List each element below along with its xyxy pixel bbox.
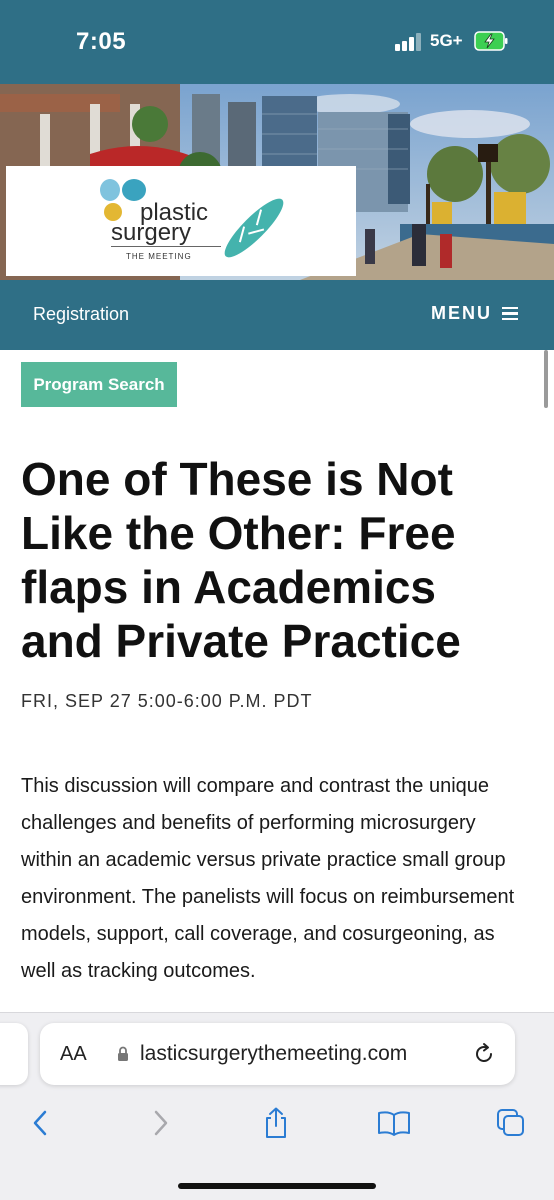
- share-icon: [266, 1107, 286, 1138]
- url-text[interactable]: lasticsurgerythemeeting.com: [140, 1042, 460, 1066]
- logo-line-2: surgery: [111, 219, 192, 246]
- event-date: FRI, SEP 27 5:00-6:00 P.M. PDT: [21, 691, 313, 711]
- event-description: This discussion will compare and contras…: [21, 775, 515, 982]
- logo-tagline: THE MEETING: [126, 252, 192, 261]
- battery-icon: [474, 31, 508, 51]
- back-button[interactable]: [19, 1101, 63, 1145]
- menu-label: MENU: [431, 303, 492, 323]
- browser-bottom-bar: AA lasticsurgerythemeeting.com: [0, 1012, 554, 1200]
- reload-icon[interactable]: [471, 1041, 497, 1067]
- home-indicator[interactable]: [178, 1183, 376, 1189]
- text-size-label: AA: [60, 1043, 87, 1065]
- page-scrollbar[interactable]: [544, 350, 548, 408]
- forward-icon: [154, 1110, 168, 1136]
- network-label: 5G+: [430, 31, 463, 50]
- text-size-button[interactable]: AA: [60, 1043, 87, 1066]
- bookmarks-button[interactable]: [372, 1101, 416, 1145]
- menu-button[interactable]: MENU: [431, 303, 518, 324]
- tabs-button[interactable]: [489, 1101, 533, 1145]
- site-nav: Registration MENU: [0, 280, 554, 350]
- status-bar: 7:05 5G+: [0, 0, 554, 84]
- signal-icon: [395, 33, 421, 51]
- share-button[interactable]: [254, 1101, 298, 1145]
- event-title: One of These is Not Like the Other: Free…: [21, 453, 461, 667]
- hamburger-icon: [502, 306, 518, 321]
- previous-tab-card[interactable]: [0, 1023, 28, 1085]
- tabs-icon: [497, 1109, 524, 1136]
- forward-button[interactable]: [138, 1101, 182, 1145]
- address-bar[interactable]: AA lasticsurgerythemeeting.com: [40, 1023, 515, 1085]
- bookmarks-icon: [378, 1111, 410, 1136]
- browser-toolbar: [0, 1101, 554, 1145]
- site-logo[interactable]: plastic surgery THE MEETING: [6, 166, 356, 276]
- back-icon: [33, 1110, 47, 1136]
- program-search-button[interactable]: Program Search: [21, 362, 177, 407]
- logo-divider: [111, 246, 221, 247]
- status-time: 7:05: [76, 28, 127, 55]
- lock-icon: [118, 1046, 128, 1061]
- nav-registration-link[interactable]: Registration: [33, 304, 129, 325]
